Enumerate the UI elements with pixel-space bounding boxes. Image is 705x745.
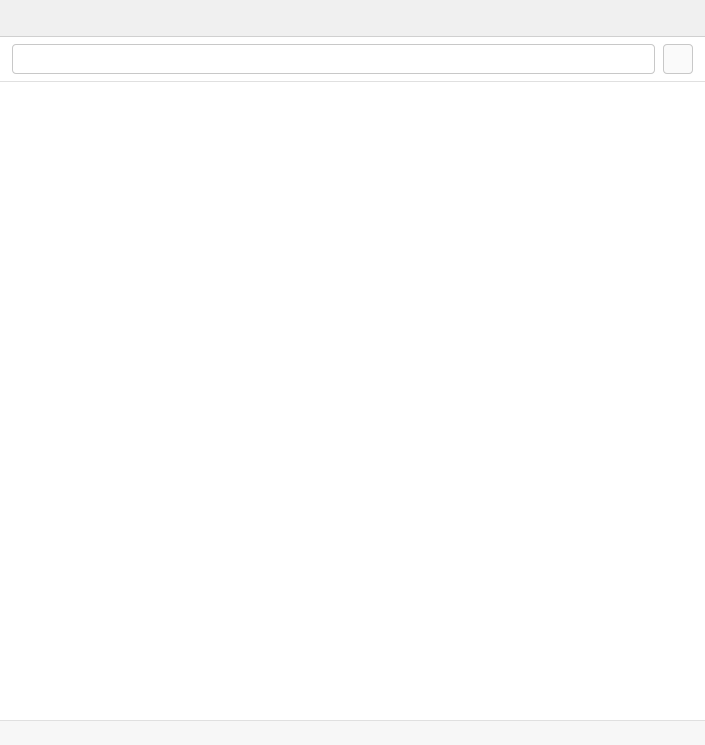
main-content (0, 82, 705, 720)
search-input[interactable] (12, 44, 655, 74)
app-window (0, 0, 705, 745)
title-bar (0, 0, 705, 37)
toolbar (0, 37, 705, 82)
action-button[interactable] (663, 44, 693, 74)
status-bar (0, 720, 705, 745)
